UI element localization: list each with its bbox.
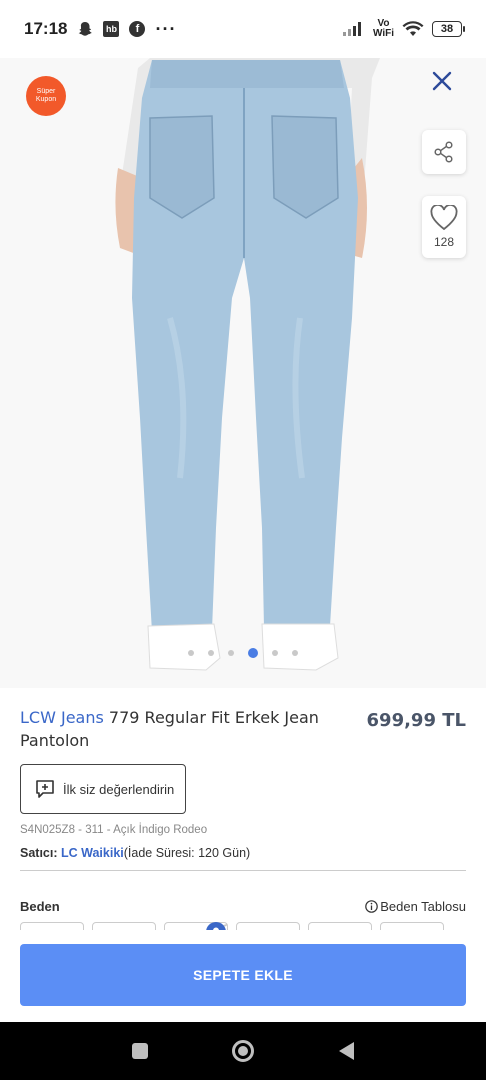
share-button[interactable] [422,130,466,174]
product-sku: S4N025Z8 - 311 - Açık İndigo Rodeo [20,824,208,836]
seller-link[interactable]: LC Waikiki [61,846,124,860]
status-bar: 17:18 hb f ··· Vo WiFi 38 [0,0,486,58]
info-icon [365,900,379,913]
snapchat-icon [77,21,93,37]
heart-icon [430,205,458,231]
product-detail-screen: 17:18 hb f ··· Vo WiFi 38 Süper Kupon 12… [0,0,486,1080]
back-icon[interactable] [338,1042,354,1060]
status-right: Vo WiFi 38 [342,19,465,39]
pagination-dot[interactable] [292,650,298,656]
product-info: LCW Jeans 779 Regular Fit Erkek Jean Pan… [20,706,466,940]
size-label: Beden [20,899,60,914]
rate-label: İlk siz değerlendirin [63,781,175,797]
product-photo-jeans [0,58,486,688]
title-row: LCW Jeans 779 Regular Fit Erkek Jean Pan… [20,706,466,752]
rate-product-button[interactable]: İlk siz değerlendirin [20,764,186,814]
status-time: 17:18 [24,19,68,38]
super-kupon-badge[interactable]: Süper Kupon [26,76,66,116]
product-price: 699,99 TL [366,710,466,731]
size-table-label: Beden Tablosu [380,899,466,914]
seller-info: Satıcı: LC Waikiki(İade Süresi: 120 Gün) [20,846,466,871]
battery-indicator: 38 [432,21,465,37]
size-table-link[interactable]: Beden Tablosu [365,899,466,914]
favorite-count: 128 [433,235,455,249]
add-review-icon [36,780,54,798]
brand-link[interactable]: LCW Jeans [20,708,104,727]
pagination-dot[interactable] [228,650,234,656]
product-title: LCW Jeans 779 Regular Fit Erkek Jean Pan… [20,706,350,752]
pagination-dot[interactable] [208,650,214,656]
pagination-dot[interactable] [272,650,278,656]
coupon-line1: Süper [36,88,56,95]
product-image-gallery[interactable]: Süper Kupon 128 [0,58,486,688]
facebook-icon: f [129,21,146,37]
favorite-button[interactable]: 128 [422,196,466,258]
share-icon [434,141,453,163]
recent-apps-icon[interactable] [132,1043,149,1059]
hepsiburada-icon: hb [103,21,120,37]
seller-label: Satıcı: [20,846,58,860]
home-icon[interactable] [232,1040,255,1062]
pagination-dot-active[interactable] [248,648,258,658]
add-to-cart-button[interactable]: SEPETE EKLE [20,944,466,1006]
wifi-icon [402,21,424,37]
close-button[interactable] [428,70,456,98]
volte-indicator: Vo WiFi [373,19,394,39]
volte-bottom: WiFi [372,28,394,39]
more-notifications-icon: ··· [155,18,177,39]
pagination-dot[interactable] [188,650,194,656]
status-left: 17:18 hb f ··· [24,19,176,40]
close-icon [432,71,452,91]
coupon-line2: Kupon [35,96,57,103]
return-period: (İade Süresi: 120 Gün) [123,846,251,860]
signal-icon [342,22,365,36]
size-header: Beden Beden Tablosu [20,899,466,914]
gallery-pagination [0,648,486,658]
cta-bar: SEPETE EKLE [0,930,486,1022]
system-navigation-bar [0,1022,486,1080]
